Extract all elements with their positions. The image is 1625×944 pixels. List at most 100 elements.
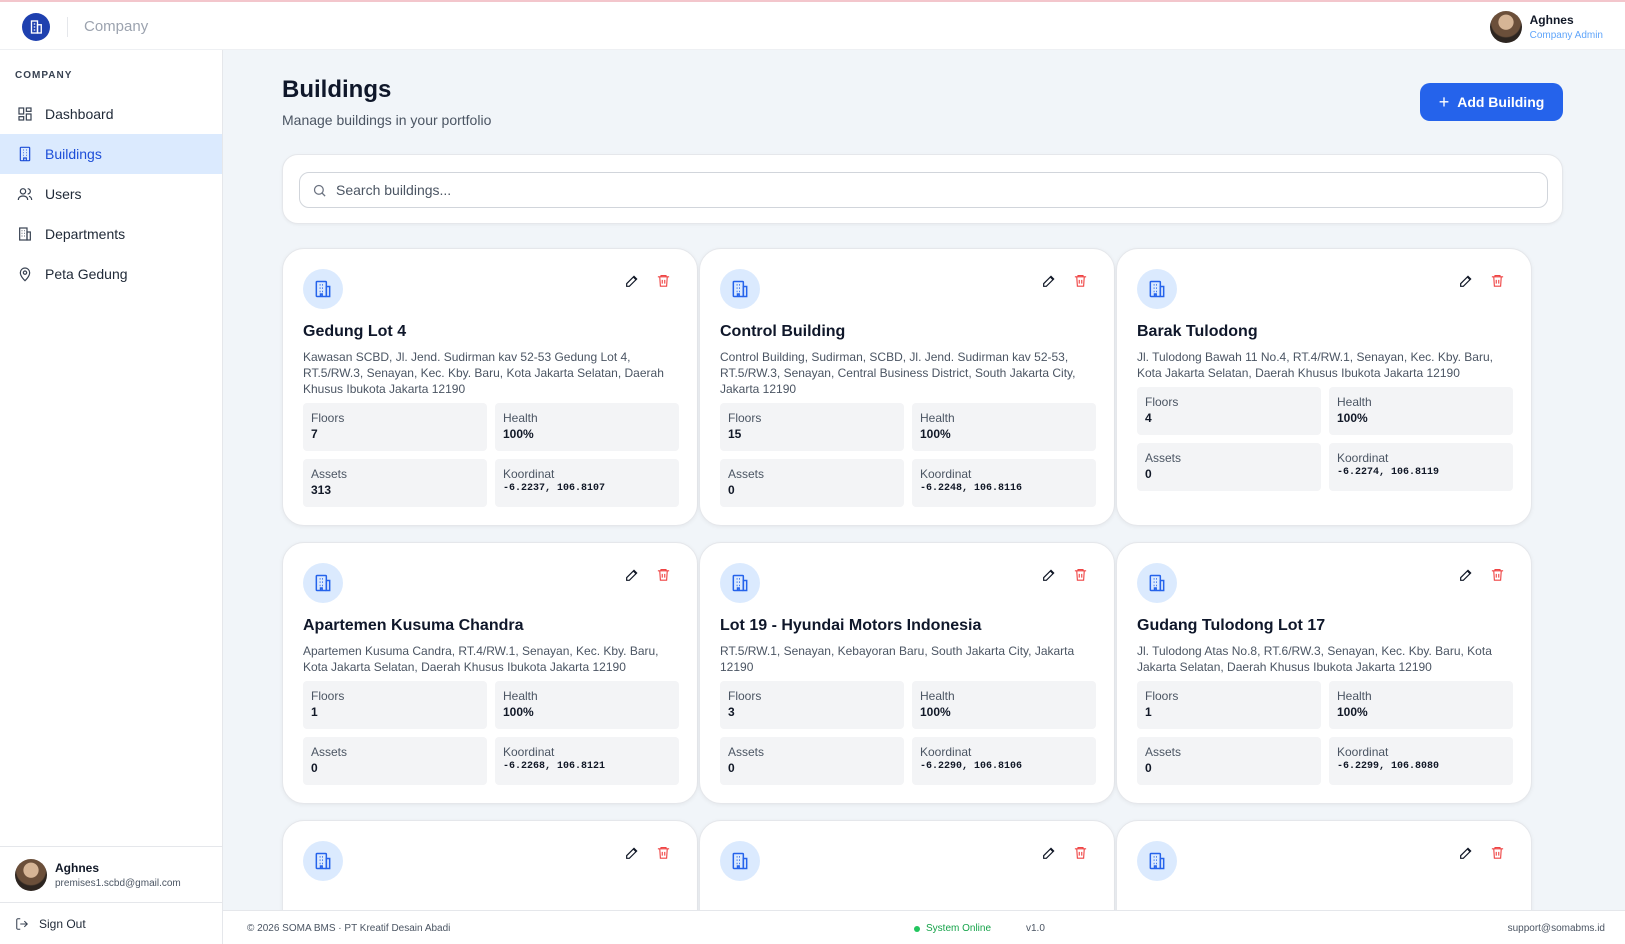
map-pin-icon: [17, 266, 33, 282]
users-icon: [17, 186, 33, 202]
sign-out-button[interactable]: Sign Out: [0, 902, 222, 944]
user-menu[interactable]: Aghnes Company Admin: [1489, 11, 1603, 43]
stat-value: -6.2237, 106.8107: [503, 483, 606, 494]
pencil-icon: [624, 847, 640, 865]
stat-label: Koordinat: [1337, 745, 1389, 759]
sidebar-item-users[interactable]: Users: [0, 174, 222, 214]
delete-button[interactable]: [1490, 845, 1508, 863]
building-address: Jl. Tulodong Bawah 11 No.4, RT.4/RW.1, S…: [1137, 350, 1493, 380]
stat-value: 15: [728, 427, 742, 441]
search-icon: [313, 184, 326, 197]
edit-button[interactable]: [624, 273, 642, 291]
status-dot-icon: [914, 925, 920, 932]
building-stats: Floors 15 Health 100% Assets 0 Koordinat -6.224…: [720, 403, 1096, 507]
building-card[interactable]: [282, 820, 698, 910]
stat-value: -6.2248, 106.8116: [920, 483, 1023, 494]
edit-button[interactable]: [1041, 273, 1059, 291]
plus-icon: +: [1438, 92, 1450, 112]
building-card[interactable]: [1116, 820, 1532, 910]
stat-floors: Floors 3: [720, 681, 904, 729]
building-icon: [17, 146, 33, 162]
sidebar-item-label: Buildings: [45, 146, 102, 162]
search-box[interactable]: [299, 172, 1548, 208]
building-name: Lot 19 - Hyundai Motors Indonesia: [720, 617, 982, 634]
edit-button[interactable]: [1458, 273, 1476, 291]
pencil-icon: [1458, 275, 1474, 293]
stat-value: -6.2290, 106.8106: [920, 761, 1023, 772]
delete-button[interactable]: [656, 845, 674, 863]
stat-value: 1: [311, 705, 318, 719]
building-card[interactable]: Gedung Lot 4 Kawasan SCBD, Jl. Jend. Sudi…: [282, 248, 698, 526]
sidebar-item-departments[interactable]: Departments: [0, 214, 222, 254]
stat-value: 313: [311, 483, 332, 497]
building-stats: Floors 4 Health 100% Assets 0 Koordinat -6.2274…: [1137, 387, 1513, 491]
stat-assets: Assets 313: [303, 459, 487, 507]
search-input[interactable]: [336, 182, 1547, 198]
stat-value: 0: [728, 483, 735, 497]
edit-button[interactable]: [624, 845, 642, 863]
sidebar-item-buildings[interactable]: Buildings: [0, 134, 222, 174]
pencil-icon: [624, 275, 640, 293]
stat-label: Health: [920, 689, 955, 703]
stat-assets: Assets 0: [1137, 737, 1321, 785]
building-card[interactable]: Apartemen Kusuma Chandra Apartemen Kusuma…: [282, 542, 698, 804]
page-title: Buildings: [282, 76, 392, 103]
delete-button[interactable]: [1490, 567, 1508, 585]
stat-value: 7: [311, 427, 318, 441]
company-logo-icon[interactable]: [22, 13, 50, 41]
delete-button[interactable]: [1073, 567, 1091, 585]
stat-label: Koordinat: [503, 467, 555, 481]
delete-button[interactable]: [1490, 273, 1508, 291]
add-building-label: Add Building: [1457, 94, 1545, 110]
support-email-link[interactable]: support@somabms.id: [1508, 923, 1605, 934]
building-icon: [720, 563, 760, 603]
building-name: Control Building: [720, 323, 846, 340]
stat-floors: Floors 7: [303, 403, 487, 451]
stat-health: Health 100%: [1329, 387, 1513, 435]
building-card[interactable]: Gudang Tulodong Lot 17 Jl. Tulodong Atas …: [1116, 542, 1532, 804]
stat-health: Health 100%: [1329, 681, 1513, 729]
stat-floors: Floors 1: [1137, 681, 1321, 729]
sidebar-item-label: Users: [45, 186, 82, 202]
user-name: Aghnes: [1529, 13, 1574, 27]
add-building-button[interactable]: + Add Building: [1420, 83, 1563, 121]
trash-icon: [1073, 846, 1088, 864]
edit-button[interactable]: [1458, 567, 1476, 585]
avatar[interactable]: [1489, 11, 1522, 43]
building-icon: [1137, 841, 1177, 881]
footer: © 2026 SOMA BMS · PT Kreatif Desain Abad…: [223, 910, 1625, 944]
stat-label: Floors: [1145, 395, 1179, 409]
delete-button[interactable]: [1073, 273, 1091, 291]
building-icon: [1137, 563, 1177, 603]
stat-koordinat: Koordinat -6.2299, 106.8080: [1329, 737, 1513, 785]
stat-value: 0: [1145, 467, 1152, 481]
building-card[interactable]: [699, 820, 1115, 910]
stat-label: Koordinat: [503, 745, 555, 759]
user-role: Company Admin: [1529, 30, 1603, 41]
sidebar-user-profile[interactable]: Aghnes premises1.scbd@gmail.com: [0, 846, 222, 902]
stat-label: Assets: [728, 467, 765, 481]
stat-label: Floors: [311, 411, 345, 425]
stat-assets: Assets 0: [303, 737, 487, 785]
building-card[interactable]: Barak Tulodong Jl. Tulodong Bawah 11 No.4…: [1116, 248, 1532, 526]
stat-label: Koordinat: [920, 745, 972, 759]
building-address: RT.5/RW.1, Senayan, Kebayoran Baru, Sout…: [720, 644, 1075, 674]
building-card[interactable]: Control Building Control Building, Sudirm…: [699, 248, 1115, 526]
delete-button[interactable]: [656, 273, 674, 291]
top-bar: Company Aghnes Company Admin: [0, 0, 1625, 50]
stat-floors: Floors 1: [303, 681, 487, 729]
sidebar-item-dashboard[interactable]: Dashboard: [0, 94, 222, 134]
stat-koordinat: Koordinat -6.2274, 106.8119: [1329, 443, 1513, 491]
building-card[interactable]: Lot 19 - Hyundai Motors Indonesia RT.5/RW…: [699, 542, 1115, 804]
stat-value: -6.2274, 106.8119: [1337, 467, 1440, 478]
edit-button[interactable]: [1458, 845, 1476, 863]
delete-button[interactable]: [1073, 845, 1091, 863]
pencil-icon: [1458, 569, 1474, 587]
building-icon: [1137, 269, 1177, 309]
edit-button[interactable]: [1041, 567, 1059, 585]
edit-button[interactable]: [624, 567, 642, 585]
trash-icon: [656, 274, 671, 292]
edit-button[interactable]: [1041, 845, 1059, 863]
sidebar-item-peta-gedung[interactable]: Peta Gedung: [0, 254, 222, 294]
delete-button[interactable]: [656, 567, 674, 585]
